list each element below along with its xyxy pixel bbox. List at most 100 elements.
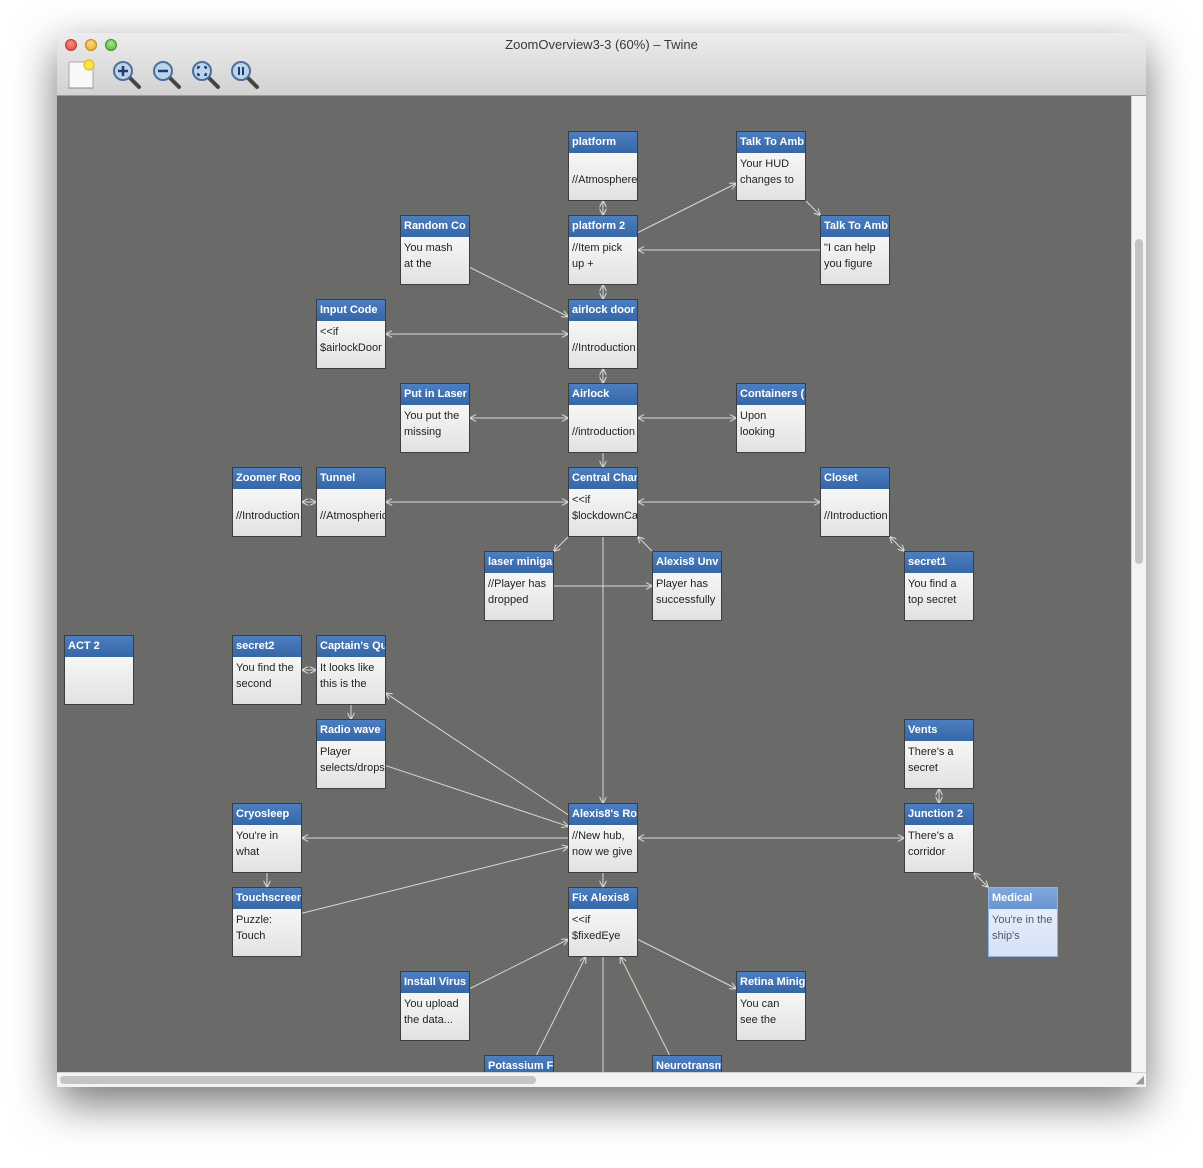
- passage-talk-amb-1[interactable]: Talk To Amb Your HUD changes to: [736, 131, 806, 201]
- passage-platform-2[interactable]: platform 2 //Item pick up +: [568, 215, 638, 285]
- passage-excerpt: Player has successfully: [656, 578, 716, 606]
- link-talk-amb-1-to-talk-amb-2: [805, 200, 820, 215]
- passage-title: Install Virus: [401, 972, 469, 993]
- vertical-scrollbar[interactable]: [1131, 96, 1146, 1072]
- story-map-canvas[interactable]: platform //Atmosphere Talk To Amb Your HUD…: [57, 96, 1131, 1072]
- passage-title: Talk To Amb: [821, 216, 889, 237]
- passage-tunnel[interactable]: Tunnel //Atmospheric: [316, 467, 386, 537]
- passage-cryosleep[interactable]: Cryosleep You're in what: [232, 803, 302, 873]
- passage-medical[interactable]: Medical You're in the ship's: [988, 887, 1058, 957]
- passage-radio-wave[interactable]: Radio wave Player selects/drops: [316, 719, 386, 789]
- title-bar: ZoomOverview3-3 (60%) – Twine: [57, 33, 1146, 96]
- passage-alexis8-unv[interactable]: Alexis8 Unv Player has successfully: [652, 551, 722, 621]
- zoom-fit-icon: [192, 61, 220, 89]
- passage-title: Neurotransm: [653, 1056, 721, 1072]
- passage-excerpt: There's a corridor: [908, 830, 954, 858]
- passage-platform[interactable]: platform //Atmosphere: [568, 131, 638, 201]
- passage-laser-minigame[interactable]: laser miniga //Player has dropped: [484, 551, 554, 621]
- passage-excerpt: You find a top secret: [908, 578, 957, 606]
- passage-airlock-door[interactable]: airlock door //Introduction: [568, 299, 638, 369]
- link-junction-2-to-medical: [974, 873, 988, 887]
- passage-excerpt: Your HUD changes to: [740, 158, 794, 186]
- passage-title: platform: [569, 132, 637, 153]
- passage-captains-qu[interactable]: Captain's Qu It looks like this is the: [316, 635, 386, 705]
- passage-title: Potassium F: [485, 1056, 553, 1072]
- passage-excerpt: "I can help you figure: [824, 242, 876, 270]
- link-closet-to-secret1: [890, 537, 904, 551]
- passage-put-laser[interactable]: Put in Laser You put the missing: [400, 383, 470, 453]
- zoom-in-button[interactable]: [111, 59, 143, 96]
- passage-secret1[interactable]: secret1 You find a top secret: [904, 551, 974, 621]
- passage-touchscreen[interactable]: Touchscreer Puzzle: Touch: [232, 887, 302, 957]
- zoom-out-icon: [153, 61, 181, 89]
- passage-excerpt: //Introduction: [824, 510, 888, 522]
- passage-excerpt: <<if $fixedEye: [572, 914, 621, 942]
- passage-title: Closet: [821, 468, 889, 489]
- horizontal-scroll-thumb[interactable]: [60, 1076, 536, 1084]
- passage-excerpt: There's a secret: [908, 746, 954, 774]
- zoom-in-icon: [113, 61, 141, 89]
- passage-containers[interactable]: Containers ( Upon looking: [736, 383, 806, 453]
- link-platform-2-to-talk-amb-1: [637, 184, 736, 233]
- passage-excerpt: //introduction: [572, 426, 635, 438]
- link-install-virus-to-fix-alexis8: [469, 940, 568, 989]
- new-passage-icon: [68, 59, 95, 89]
- passage-junction-2[interactable]: Junction 2 There's a corridor: [904, 803, 974, 873]
- passage-title: Junction 2: [905, 804, 973, 825]
- passage-potassium[interactable]: Potassium FYou see all the: [484, 1055, 554, 1072]
- passage-excerpt: You're in the ship's: [992, 914, 1053, 942]
- passage-closet[interactable]: Closet //Introduction: [820, 467, 890, 537]
- passage-airlock[interactable]: Airlock //introduction: [568, 383, 638, 453]
- passage-excerpt: You can see the: [740, 998, 780, 1026]
- passage-input-code[interactable]: Input Code <<if $airlockDoor: [316, 299, 386, 369]
- passage-excerpt: You find the second: [236, 662, 294, 690]
- passage-excerpt: [65, 657, 133, 702]
- link-neurotransmitter-to-fix-alexis8: [621, 957, 670, 1056]
- passage-talk-amb-2[interactable]: Talk To Amb "I can help you figure: [820, 215, 890, 285]
- passage-title: Fix Alexis8: [569, 888, 637, 909]
- passage-retina-minigame[interactable]: Retina Minig You can see the: [736, 971, 806, 1041]
- passage-excerpt: //New hub, now we give: [572, 830, 633, 858]
- passage-excerpt: You're in what: [236, 830, 279, 858]
- passage-title: Talk To Amb: [737, 132, 805, 153]
- link-fix-alexis8-to-retina-minigame: [637, 939, 736, 989]
- passage-excerpt: //Atmosphere: [572, 174, 637, 186]
- link-alexis8-unv-to-central-chamber: [638, 537, 653, 552]
- passage-zoomer-room[interactable]: Zoomer Roo //Introduction: [232, 467, 302, 537]
- passage-excerpt: //Item pick up +: [572, 242, 623, 270]
- passage-excerpt: //Introduction: [236, 510, 300, 522]
- passage-central-chamber[interactable]: Central Char <<if $lockdownCa: [568, 467, 638, 537]
- passage-fix-alexis8[interactable]: Fix Alexis8 <<if $fixedEye: [568, 887, 638, 957]
- passage-vents[interactable]: Vents There's a secret: [904, 719, 974, 789]
- passage-title: Captain's Qu: [317, 636, 385, 657]
- passage-title: Retina Minig: [737, 972, 805, 993]
- link-random-code-to-airlock-door: [469, 267, 568, 317]
- passage-neurotransmitter[interactable]: NeurotransmYou can see: [652, 1055, 722, 1072]
- new-passage-button[interactable]: [67, 59, 97, 96]
- passage-title: secret1: [905, 552, 973, 573]
- passage-excerpt: <<if $airlockDoor: [320, 326, 382, 354]
- window-title: ZoomOverview3-3 (60%) – Twine: [505, 37, 698, 52]
- passage-excerpt: Upon looking: [740, 410, 775, 438]
- passage-excerpt: //Introduction: [572, 342, 636, 354]
- passage-title: ACT 2: [65, 636, 133, 657]
- passage-excerpt: Puzzle: Touch: [236, 914, 273, 942]
- zoom-actual-button[interactable]: [229, 59, 261, 96]
- passage-title: Cryosleep: [233, 804, 301, 825]
- horizontal-scrollbar[interactable]: ◢: [57, 1072, 1146, 1087]
- passage-random-code[interactable]: Random Co You mash at the: [400, 215, 470, 285]
- zoom-fit-button[interactable]: [190, 59, 222, 96]
- resize-grip-icon[interactable]: ◢: [1136, 1073, 1144, 1086]
- passage-title: laser miniga: [485, 552, 553, 573]
- vertical-scroll-thumb[interactable]: [1135, 239, 1143, 564]
- passage-title: Containers (: [737, 384, 805, 405]
- passage-alexis8-room[interactable]: Alexis8's Ro //New hub, now we give: [568, 803, 638, 873]
- passage-secret2[interactable]: secret2 You find the second: [232, 635, 302, 705]
- passage-install-virus[interactable]: Install Virus You upload the data...: [400, 971, 470, 1041]
- passage-title: Central Char: [569, 468, 637, 489]
- passage-title: secret2: [233, 636, 301, 657]
- twine-window: ZoomOverview3-3 (60%) – Twine platform /…: [57, 33, 1146, 1087]
- passage-act2[interactable]: ACT 2: [64, 635, 134, 705]
- link-touchscreen-to-alexis8-room: [301, 847, 568, 914]
- zoom-out-button[interactable]: [151, 59, 183, 96]
